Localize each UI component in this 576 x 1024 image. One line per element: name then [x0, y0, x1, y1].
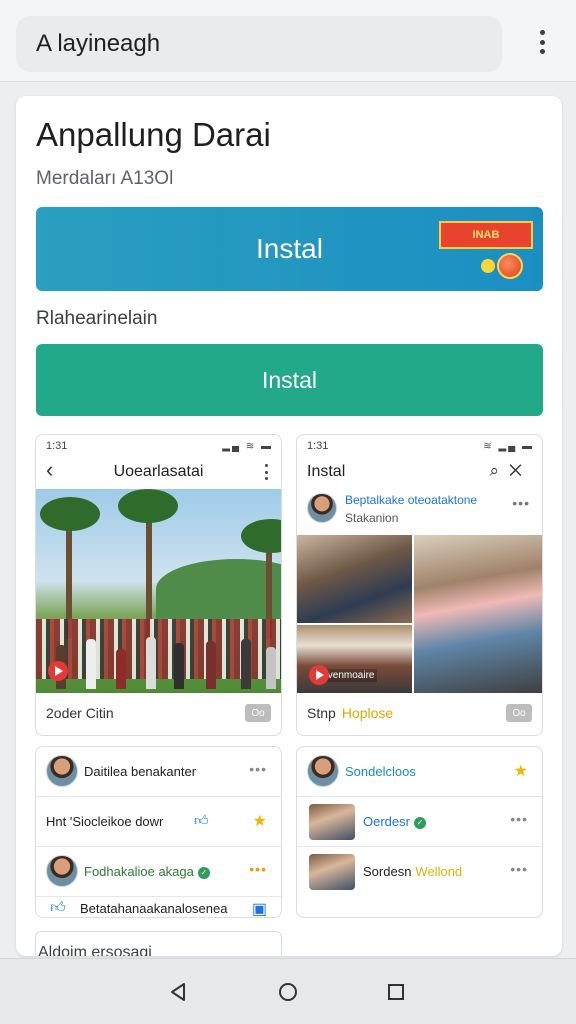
screenshot-title: Instal — [307, 463, 346, 480]
partial-card[interactable]: Aldoim ersosagi — [35, 931, 282, 956]
back-arrow-icon[interactable]: ‹ — [46, 457, 53, 483]
list-item-label: Oerdesr ✓ — [363, 814, 426, 829]
list-item-label: Fodhakalioe akaga ✓ — [84, 864, 210, 879]
system-nav-bar — [0, 958, 576, 1024]
signal-wifi-battery-icon: ≋ ▂▄ ▬ — [483, 440, 534, 452]
partial-card-title: Aldoim ersosagi — [38, 944, 152, 956]
address-bar[interactable]: A layineagh — [16, 16, 502, 72]
nav-recent-icon[interactable] — [383, 979, 409, 1005]
list-item[interactable]: Sondelcloos ★ — [297, 747, 542, 797]
status-time: 1:31 — [307, 440, 329, 452]
search-icon[interactable]: ⌕ — [490, 461, 510, 480]
signal-wifi-battery-icon: ▂▄ ≋ ▬ — [222, 440, 273, 452]
nav-back-icon[interactable] — [165, 979, 191, 1005]
more-horiz-icon[interactable]: ••• — [510, 861, 528, 877]
section-label: Rlahearinelain — [36, 308, 158, 329]
browser-top-bar: A layineagh — [0, 0, 576, 82]
screenshot-footer: 2oder Citin Oo — [36, 691, 281, 735]
star-icon[interactable]: ★ — [253, 811, 267, 831]
star-icon[interactable]: ★ — [514, 761, 528, 781]
search-close-icons: ⌕✕ — [490, 461, 533, 481]
gallery-photo[interactable] — [414, 535, 542, 693]
thumbs-up-icon[interactable]: 👍︎ — [50, 899, 66, 917]
image-icon[interactable]: ▣ — [252, 899, 267, 917]
screenshot-card-left[interactable]: 1:31 ▂▄ ≋ ▬ ‹ Uoearlasatai 2oder Citin O… — [35, 434, 282, 736]
thumbs-up-icon[interactable]: 👍︎ — [194, 812, 209, 829]
screenshot-card-right[interactable]: 1:31 ≋ ▂▄ ▬ Instal ⌕✕ Beptalkake oteoata… — [296, 434, 543, 736]
photo-grid: Ovenmoaire — [297, 535, 542, 695]
app-detail-card: Anpallung Darai Merdaları A13Ol Instal I… — [16, 96, 562, 956]
gallery-photo[interactable]: Ovenmoaire — [297, 625, 412, 693]
list-thumbnail — [309, 854, 355, 890]
install-button-primary-label: Instal — [256, 233, 323, 264]
list-item-label: Daitilea benakanter — [84, 764, 197, 779]
footer-highlight: Hoplose — [341, 705, 394, 721]
more-vert-icon[interactable] — [265, 464, 269, 480]
more-vert-icon[interactable] — [540, 30, 546, 54]
play-icon[interactable] — [309, 665, 329, 685]
screenshot-header: ‹ Uoearlasatai — [36, 455, 281, 489]
screenshot-footer: Stnp Hoplose Oo — [297, 691, 542, 735]
avatar — [46, 755, 78, 787]
list-thumbnail — [309, 804, 355, 840]
list-item[interactable]: Sordesn Wellond ••• — [297, 847, 542, 897]
install-button-primary[interactable]: Instal INAB — [36, 207, 543, 291]
post-author[interactable]: Beptalkake oteoataktone — [345, 493, 477, 507]
avatar — [307, 755, 339, 787]
footer-badge: Oo — [506, 704, 532, 722]
status-bar: 1:31 ▂▄ ≋ ▬ — [46, 439, 273, 453]
more-horiz-icon[interactable]: ••• — [512, 495, 530, 511]
promo-badge-label: INAB — [439, 221, 533, 249]
status-bar: 1:31 ≋ ▂▄ ▬ — [307, 439, 534, 453]
avatar[interactable] — [307, 493, 337, 523]
post-header: Beptalkake oteoataktone Stakanion ••• — [297, 489, 542, 533]
list-item-text: Fodhakalioe akaga — [84, 864, 194, 879]
more-horiz-icon[interactable]: ••• — [510, 811, 528, 827]
list-item-label: Hnt 'Siocleikoe dowr — [46, 814, 164, 829]
list-card-left: Daitilea benakanter ••• Hnt 'Siocleikoe … — [35, 746, 282, 918]
coin-icon — [497, 253, 523, 279]
footer-badge: Oo — [245, 704, 271, 722]
footer-text: 2oder Citin — [46, 705, 114, 721]
more-horiz-icon[interactable]: ••• — [249, 761, 267, 777]
address-text: A layineagh — [36, 30, 161, 57]
avatar — [46, 855, 78, 887]
play-icon[interactable] — [48, 661, 68, 681]
nav-home-icon[interactable] — [275, 979, 301, 1005]
app-title: Anpallung Darai — [36, 116, 271, 153]
screenshot-title: Uoearlasatai — [113, 463, 204, 480]
list-item-text: Oerdesr — [363, 814, 410, 829]
coin-icon — [481, 259, 495, 273]
list-card-right: Sondelcloos ★ Oerdesr ✓ ••• Sordesn Wellon… — [296, 746, 543, 918]
gallery-photo[interactable] — [297, 535, 412, 623]
verified-icon: ✓ — [197, 866, 210, 879]
list-item[interactable]: 👍︎ Betatahanaakanalosenea ▣ — [36, 897, 281, 917]
event-photo — [36, 489, 281, 693]
status-time: 1:31 — [46, 440, 68, 452]
install-button-secondary[interactable]: Instal — [36, 344, 543, 416]
more-horiz-icon[interactable]: ••• — [249, 861, 267, 877]
list-item[interactable]: Oerdesr ✓ ••• — [297, 797, 542, 847]
list-item[interactable]: Hnt 'Siocleikoe dowr 👍︎ ★ — [36, 797, 281, 847]
post-subtitle: Stakanion — [345, 511, 399, 525]
list-item[interactable]: Daitilea benakanter ••• — [36, 747, 281, 797]
screenshot-header: Instal ⌕✕ — [297, 455, 542, 489]
list-item-highlight: Wellond — [415, 864, 463, 879]
list-item[interactable]: Fodhakalioe akaga ✓ ••• — [36, 847, 281, 897]
promo-badge: INAB — [439, 221, 533, 279]
install-button-secondary-label: Instal — [262, 366, 317, 393]
list-item-label: Sondelcloos — [345, 764, 416, 779]
verified-icon: ✓ — [413, 816, 426, 829]
app-subtitle: Merdaları A13Ol — [36, 168, 174, 189]
list-item-text: Sordesn — [363, 864, 412, 879]
list-item-label: Betatahanaakanalosenea — [80, 901, 228, 916]
close-icon[interactable]: ✕ — [509, 461, 532, 480]
list-item-label: Sordesn Wellond — [363, 864, 462, 879]
footer-text: Stnp — [307, 705, 336, 721]
